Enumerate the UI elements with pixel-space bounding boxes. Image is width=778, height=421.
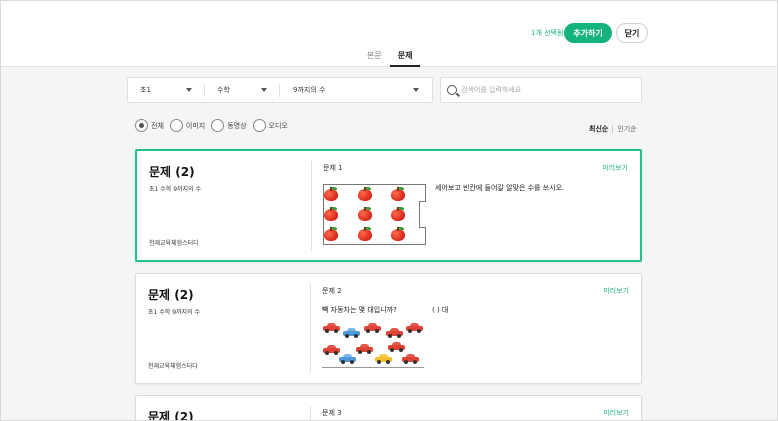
card-publisher: 천재교육체험스터디: [149, 240, 199, 247]
divider: [612, 125, 614, 133]
unit-select[interactable]: 9까지의 수: [293, 78, 419, 102]
car-figure: [322, 320, 424, 368]
app-frame: 1개 선택됨 추가하기 닫기 본문 문제 초1 수학 9까지의 수 전체: [0, 0, 778, 421]
filter-bar: 초1 수학 9까지의 수: [127, 77, 433, 103]
subject-select[interactable]: 수학: [217, 78, 267, 102]
radio-circle[interactable]: [135, 119, 148, 132]
chevron-down-icon: [261, 88, 267, 92]
question-card[interactable]: 문제 (2) 초1 수학 9까지의 수 천재교육체험스터디 문제 1 미리보기 …: [135, 149, 642, 262]
car-icon: [339, 354, 356, 364]
car-icon: [375, 354, 392, 364]
car-icon: [402, 354, 419, 364]
radio-circle[interactable]: [211, 119, 225, 132]
apple-icon: [358, 207, 372, 221]
radio-circle[interactable]: [169, 119, 183, 132]
apple-icon: [391, 187, 405, 201]
search-input[interactable]: [461, 83, 631, 97]
question-label: 문제 1: [323, 164, 343, 172]
radio-label: 오디오: [268, 121, 288, 130]
search-icon[interactable]: [447, 85, 457, 95]
apple-icon: [324, 207, 338, 221]
car-icon: [323, 345, 340, 355]
radio-image[interactable]: 이미지: [169, 119, 206, 132]
car-icon: [388, 342, 405, 352]
preview-link[interactable]: 미리보기: [603, 286, 629, 296]
apple-icon: [324, 187, 338, 201]
grade-select-value: 초1: [140, 86, 151, 94]
search-box: [440, 77, 642, 103]
question-text: 세어보고 빈칸에 들어갈 알맞은 수를 쓰시오.: [435, 184, 565, 192]
preview-link[interactable]: 미리보기: [602, 163, 628, 173]
radio-label: 이미지: [185, 121, 206, 130]
card-title: 문제 (2): [149, 165, 195, 179]
unit-select-value: 9까지의 수: [293, 86, 326, 94]
car-icon: [406, 323, 423, 333]
divider: [311, 161, 312, 251]
car-icon: [343, 328, 360, 338]
radio-label: 동영상: [227, 121, 247, 130]
question-card[interactable]: 문제 (2) 문제 3 미리보기: [135, 395, 642, 421]
sort-latest[interactable]: 최신순: [589, 124, 608, 134]
apple-icon: [324, 227, 338, 241]
radio-circle[interactable]: [252, 119, 266, 132]
radio-audio[interactable]: 오디오: [252, 119, 288, 132]
apple-icon: [358, 187, 372, 201]
question-label: 문제 2: [322, 287, 342, 295]
question-label: 문제 3: [322, 409, 342, 417]
sort-options: 최신순 인기순: [589, 124, 637, 134]
divider: [204, 84, 205, 97]
media-filter: 전체 이미지 동영상 오디오: [135, 119, 294, 132]
tab-bar: 본문 문제: [359, 47, 421, 67]
apple-icon: [358, 227, 372, 241]
selected-count: 1개 선택됨: [531, 29, 564, 37]
add-button[interactable]: 추가하기: [564, 23, 612, 43]
radio-video[interactable]: 동영상: [211, 119, 247, 132]
car-icon: [386, 328, 403, 338]
car-icon: [364, 323, 381, 333]
apple-figure: [323, 184, 426, 245]
divider: [310, 284, 311, 372]
question-card[interactable]: 문제 (2) 초1 수학 9까지의 수 천재교육체험스터디 문제 2 미리보기 …: [135, 273, 642, 384]
subject-select-value: 수학: [217, 86, 230, 94]
question-text: 빽 자동차는 몇 대입니까?: [322, 306, 397, 314]
card-publisher: 천재교육체험스터디: [148, 363, 198, 370]
grade-select[interactable]: 초1: [140, 78, 192, 102]
radio-label: 전체: [151, 121, 164, 130]
close-button[interactable]: 닫기: [616, 23, 648, 43]
car-icon: [323, 323, 340, 333]
radio-all[interactable]: 전체: [135, 119, 164, 132]
chevron-down-icon: [186, 88, 192, 92]
tab-question[interactable]: 문제: [389, 47, 421, 67]
tab-text[interactable]: 본문: [359, 47, 390, 67]
answer-blank: ( ) 대: [432, 306, 449, 314]
apple-icon: [391, 227, 405, 241]
card-meta: 초1 수학 9까지의 수: [148, 309, 200, 316]
sort-popular[interactable]: 인기순: [617, 124, 636, 134]
preview-link[interactable]: 미리보기: [603, 408, 629, 418]
chevron-down-icon: [413, 88, 419, 92]
divider: [310, 406, 311, 420]
apple-icon: [391, 207, 405, 221]
divider: [279, 84, 280, 97]
answer-box: [419, 201, 426, 228]
card-title: 문제 (2): [148, 288, 194, 302]
card-title: 문제 (2): [148, 410, 194, 421]
card-meta: 초1 수학 9까지의 수: [149, 186, 201, 193]
car-icon: [356, 344, 373, 354]
header: 1개 선택됨 추가하기 닫기 본문 문제: [1, 1, 777, 67]
